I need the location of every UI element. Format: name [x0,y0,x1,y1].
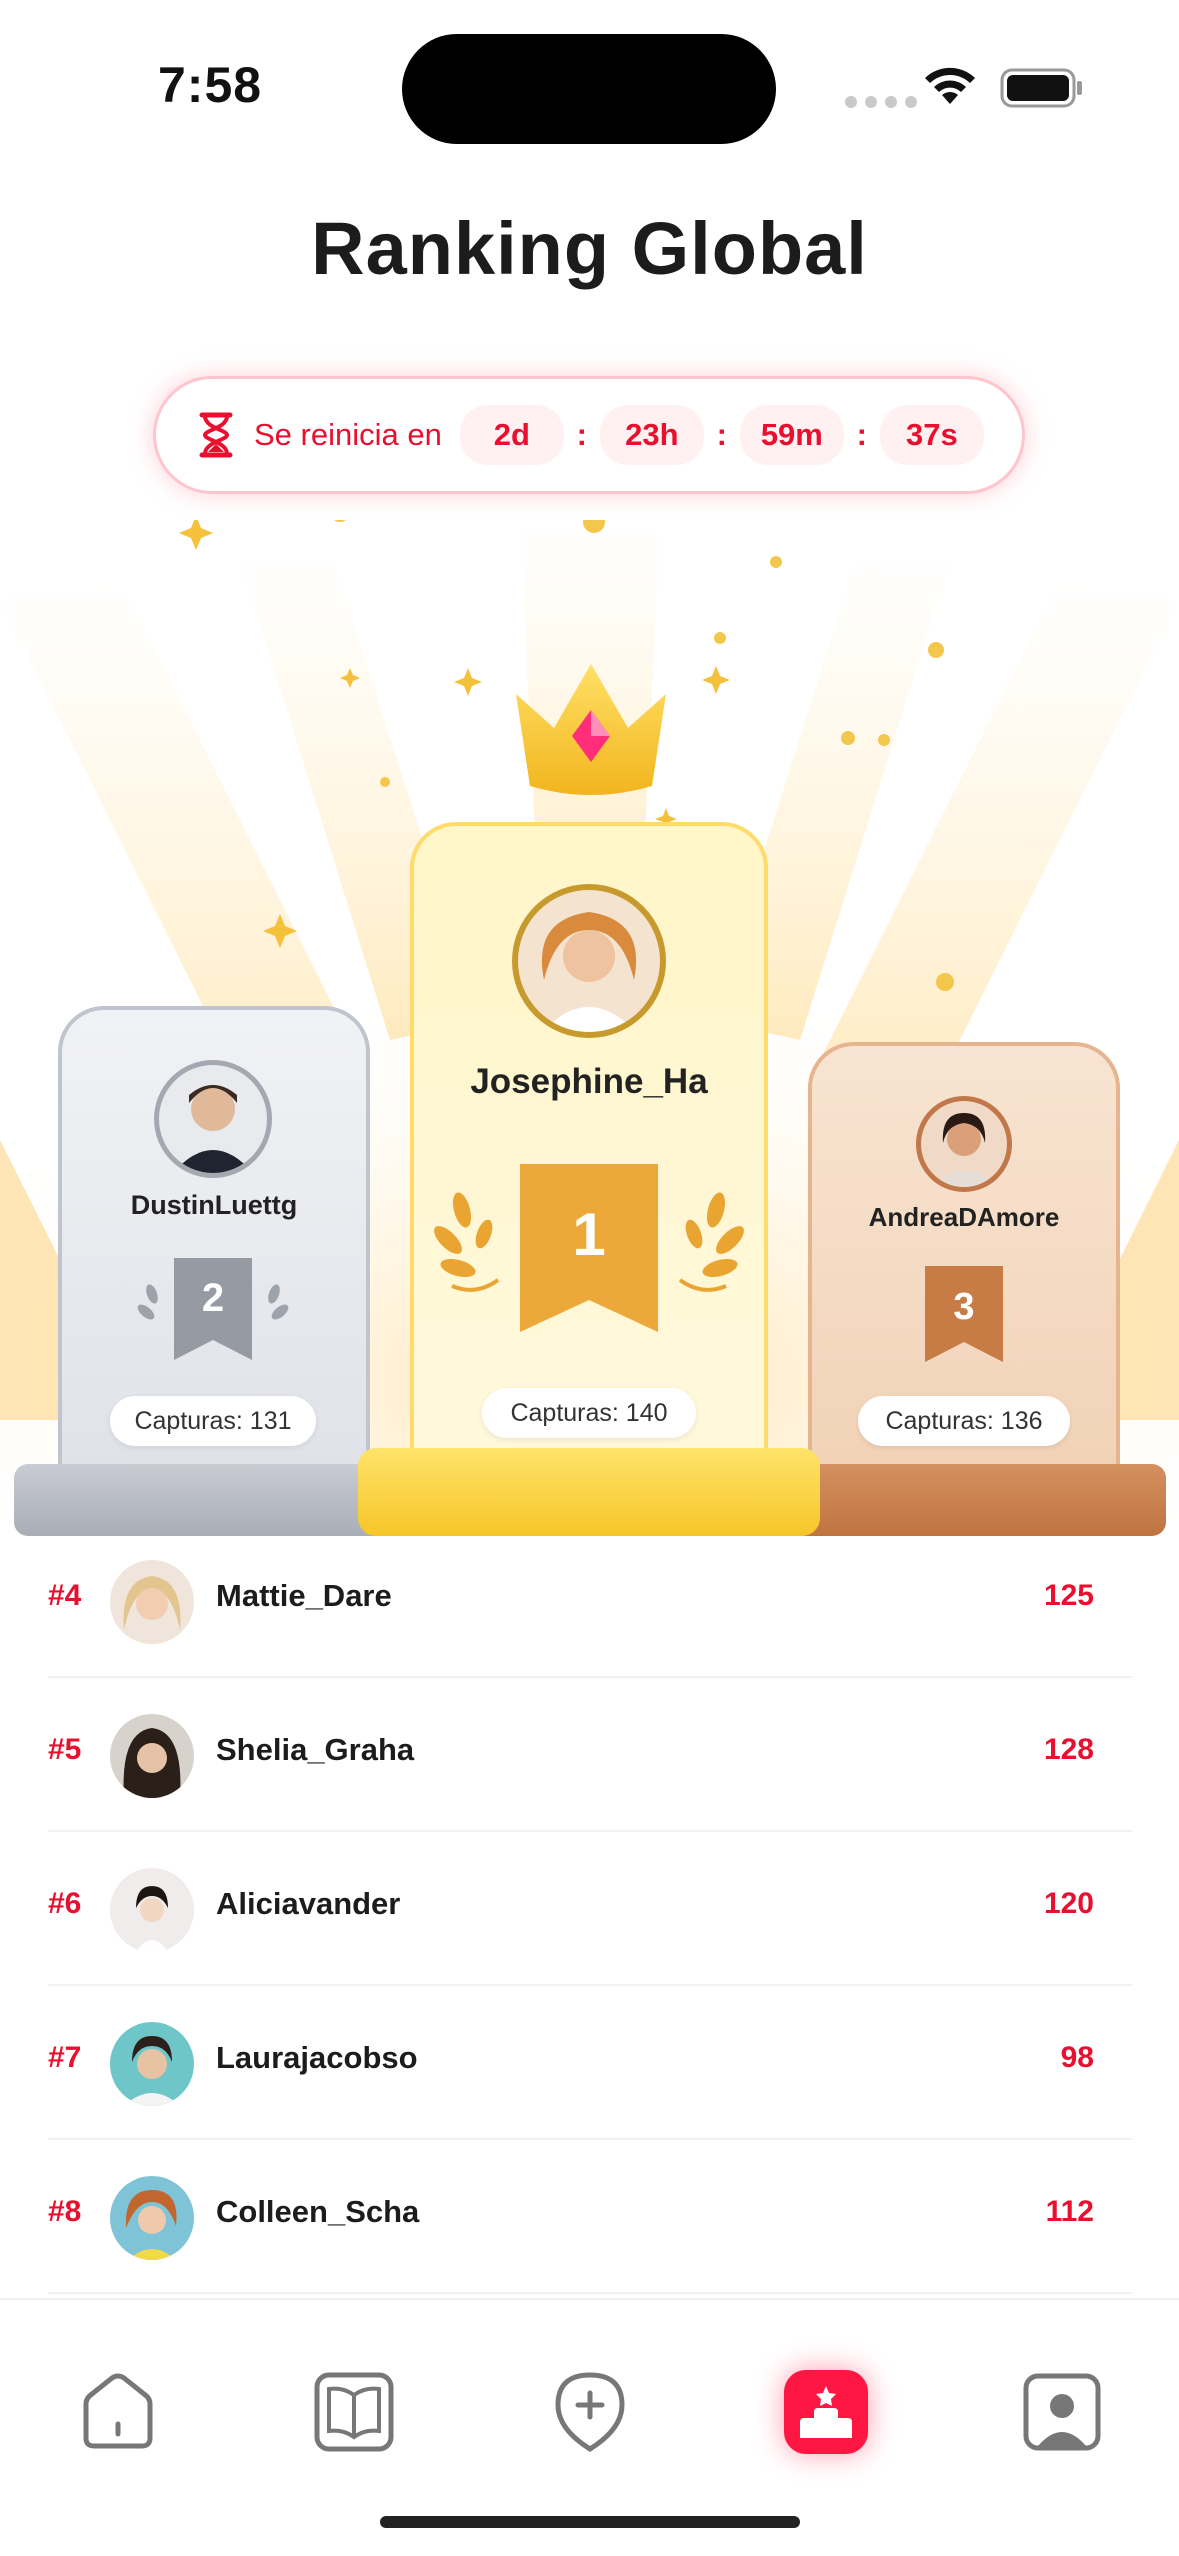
avatar [110,2022,194,2106]
row-name: Shelia_Graha [216,1732,415,1767]
avatar [110,1560,194,1644]
timer-label: Se reinicia en [254,417,442,452]
dynamic-island [402,34,776,144]
avatar-third [916,1096,1012,1192]
book-icon [314,2372,394,2452]
row-rank: #4 [48,1579,82,1612]
row-name: Mattie_Dare [216,1578,392,1613]
reset-timer: Se reinicia en 2d : 23h : 59m : 37s [153,376,1025,494]
timer-minutes: 59m [739,405,844,465]
timer-separator: : [856,417,867,452]
timer-seconds: 37s [879,405,984,465]
row-rank: #8 [48,2195,82,2228]
podium-first-base [358,1448,820,1536]
home-indicator [380,2516,800,2528]
add-location-icon [555,2372,625,2452]
row-name: Laurajacobso [216,2040,418,2075]
row-name: Aliciavander [216,1886,401,1921]
podium-third-name: AndreaDAmore [868,1202,1060,1232]
podium-icon [800,2386,852,2438]
leaderboard-row[interactable]: #4 Mattie_Dare 125 [48,1524,1132,1678]
podium-third-captures: Capturas: 136 [858,1396,1070,1446]
page-title: Ranking Global [311,207,868,290]
tab-add-capture[interactable] [548,2370,632,2454]
row-score: 120 [1043,1887,1094,1920]
leaderboard-row[interactable]: #5 Shelia_Graha 128 [48,1678,1132,1832]
row-score: 112 [1045,2195,1094,2228]
leaderboard-row[interactable]: #8 Colleen_Scha 112 [48,2140,1132,2294]
podium-second-name: DustinLuettg [130,1190,298,1220]
leaderboard-row[interactable]: #7 Laurajacobso 98 [48,1986,1132,2140]
row-rank: #5 [48,1733,82,1766]
row-score: 128 [1043,1733,1094,1766]
podium-second-captures: Capturas: 131 [110,1396,316,1446]
timer-days: 2d [459,405,564,465]
profile-icon [1023,2373,1101,2451]
row-score: 125 [1043,1579,1094,1612]
row-rank: #7 [48,2041,82,2074]
podium-third-rank: 3 [953,1286,975,1328]
tab-home[interactable] [76,2370,160,2454]
row-rank: #6 [48,1887,82,1920]
row-score: 98 [1060,2041,1094,2074]
podium-second-rank: 2 [201,1276,225,1320]
podium-first-captures: Capturas: 140 [482,1388,696,1438]
crown-icon [516,664,666,795]
status-time: 7:58 [158,57,263,113]
tab-library[interactable] [312,2370,396,2454]
row-name: Colleen_Scha [216,2194,420,2229]
cellular-signal-icon [845,96,917,108]
avatar [110,2176,194,2260]
tab-ranking[interactable] [784,2370,868,2454]
podium-first-name: Josephine_Ha [470,1062,708,1101]
tab-profile[interactable] [1020,2370,1104,2454]
timer-hours: 23h [599,405,704,465]
avatar [110,1714,194,1798]
avatar [110,1868,194,1952]
podium-first-rank: 1 [572,1201,606,1268]
timer-separator: : [576,417,587,452]
leaderboard-row[interactable]: #6 Aliciavander 120 [48,1832,1132,1986]
wifi-icon [925,67,975,104]
home-icon [83,2373,153,2449]
hourglass-icon [199,412,233,458]
avatar-second [154,1060,272,1178]
battery-icon [1000,68,1082,108]
timer-separator: : [716,417,727,452]
avatar-first [512,884,666,1038]
